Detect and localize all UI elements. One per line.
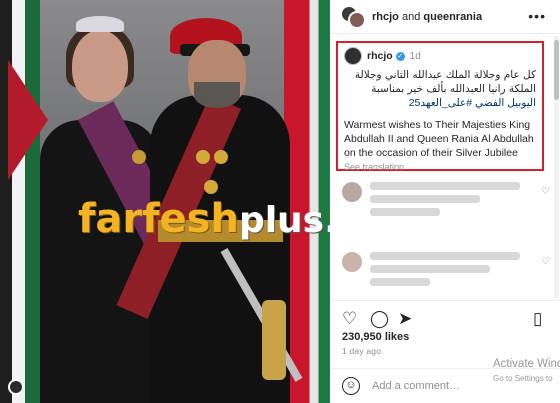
blurred-text — [370, 195, 480, 203]
watermark: farfeshplus.com — [78, 196, 330, 242]
author-rhcjo[interactable]: rhcjo — [372, 11, 399, 23]
caption-time[interactable]: 1d — [410, 51, 421, 62]
medal — [132, 150, 146, 164]
bookmark-icon[interactable]: ▯ — [533, 309, 542, 329]
list-item — [342, 252, 520, 291]
medal — [196, 150, 210, 164]
sword-tassel — [262, 300, 286, 380]
windows-activation-subtext: Go to Settings to — [493, 374, 553, 383]
heart-icon[interactable]: ♡ — [342, 309, 357, 329]
hashtag-link[interactable]: #على_العهد25 — [409, 97, 472, 109]
avatar[interactable] — [344, 47, 362, 65]
avatar[interactable] — [348, 10, 366, 29]
watermark-part2: plus.com — [238, 200, 330, 241]
caption-arabic-hashtag-line: اليوبيل الفضي #على_العهد25 — [344, 96, 536, 110]
tagged-users-icon[interactable] — [8, 379, 24, 395]
collab-avatars[interactable] — [340, 4, 366, 29]
caption-arabic-line: الملكة رانيا العبدالله بألف خير بمناسبة — [371, 83, 536, 95]
caption-username[interactable]: rhcjo — [367, 50, 393, 62]
blurred-text — [370, 265, 490, 273]
heart-icon[interactable]: ♡ — [541, 256, 550, 267]
authors-joiner: and — [401, 10, 421, 23]
blurred-text — [370, 182, 520, 190]
medal — [214, 150, 228, 164]
windows-activation-watermark: Activate Wind — [493, 358, 560, 370]
list-item — [342, 182, 520, 221]
watermark-part1: farfesh — [78, 196, 239, 242]
medal — [204, 180, 218, 194]
avatar[interactable] — [342, 252, 362, 272]
caption-highlight: rhcjo ✓ 1d كل عام وجلالة الملك عبدالله ا… — [336, 41, 544, 172]
more-icon[interactable]: ••• — [528, 8, 546, 24]
king-beard — [194, 82, 240, 108]
blurred-text — [370, 278, 430, 286]
post-authors: rhcjo and queenrania — [372, 11, 482, 23]
post-photo[interactable]: farfeshplus.com — [0, 0, 330, 403]
caption-english: Warmest wishes to Their Majesties King A… — [344, 119, 534, 159]
post-header: rhcjo and queenrania ••• — [330, 0, 560, 34]
likes-count[interactable]: 230,950 likes — [342, 331, 409, 343]
caption-header: rhcjo ✓ 1d — [344, 47, 536, 65]
emoji-icon[interactable]: ☺ — [342, 377, 360, 395]
scrollbar-thumb[interactable] — [554, 40, 559, 100]
verified-badge-icon: ✓ — [395, 51, 405, 61]
author-queenrania[interactable]: queenrania — [423, 11, 482, 23]
share-icon[interactable]: ➤ — [398, 309, 412, 329]
blurred-comment — [370, 182, 520, 221]
blurred-text — [370, 208, 440, 216]
caption-arabic-line: كل عام وجلالة الملك عبدالله الثاني وجلال… — [354, 69, 536, 81]
heart-icon[interactable]: ♡ — [541, 186, 550, 197]
see-translation-link[interactable]: See translation — [344, 162, 536, 172]
blurred-text — [370, 252, 520, 260]
post-side-panel: rhcjo and queenrania ••• rhcjo ✓ 1d كل ع… — [330, 0, 560, 403]
comment-icon[interactable]: ◯ — [370, 309, 389, 329]
caption-arabic-line: اليوبيل الفضي — [475, 97, 536, 109]
comment-input[interactable]: Add a comment… — [372, 380, 460, 392]
post-time[interactable]: 1 day ago — [342, 346, 381, 356]
queen-face — [72, 30, 128, 102]
avatar[interactable] — [342, 182, 362, 202]
tiara — [76, 16, 124, 32]
blurred-comment — [370, 252, 520, 291]
